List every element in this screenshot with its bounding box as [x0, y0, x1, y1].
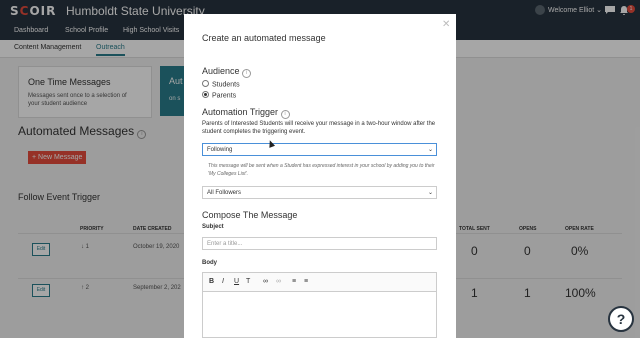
ordered-list-icon[interactable]: ≡: [292, 278, 296, 285]
body-label: Body: [202, 260, 217, 266]
trigger-hint: This message will be sent when a Student…: [208, 163, 435, 177]
body-editor[interactable]: B I U T ∞ ∞ ≡ ≡: [202, 272, 437, 338]
unlink-icon[interactable]: ∞: [276, 278, 281, 285]
modal-title: Create an automated message: [202, 33, 326, 43]
chevron-down-icon: ⌄: [427, 147, 433, 153]
audience-heading: Audience i: [202, 66, 252, 78]
audience-radio-students[interactable]: Students: [202, 80, 240, 88]
compose-heading: Compose The Message: [202, 210, 298, 220]
editor-toolbar: B I U T ∞ ∞ ≡ ≡: [203, 273, 436, 292]
close-icon[interactable]: ✕: [442, 19, 450, 30]
trigger-heading: Automation Trigger i: [202, 107, 290, 119]
clear-format-icon[interactable]: T: [246, 278, 250, 285]
trigger-select[interactable]: Following ⌄: [202, 143, 437, 156]
info-icon[interactable]: i: [242, 69, 252, 78]
bullet-list-icon[interactable]: ≡: [304, 278, 308, 285]
underline-icon[interactable]: U: [234, 278, 239, 285]
radio-icon: [202, 80, 209, 87]
link-icon[interactable]: ∞: [263, 278, 268, 285]
subject-label: Subject: [202, 224, 224, 230]
chevron-down-icon: ⌄: [427, 190, 433, 196]
create-automated-message-modal: ✕ Create an automated message Audience i…: [184, 14, 456, 338]
bold-icon[interactable]: B: [209, 278, 214, 285]
info-icon[interactable]: i: [280, 110, 290, 119]
followers-select[interactable]: All Followers ⌄: [202, 186, 437, 199]
italic-icon[interactable]: I: [222, 278, 224, 285]
subject-input[interactable]: Enter a title...: [202, 237, 437, 250]
radio-icon: [202, 91, 209, 98]
trigger-description: Parents of Interested Students will rece…: [202, 121, 436, 135]
audience-radio-parents[interactable]: Parents: [202, 91, 236, 99]
help-button[interactable]: ?: [608, 306, 634, 332]
